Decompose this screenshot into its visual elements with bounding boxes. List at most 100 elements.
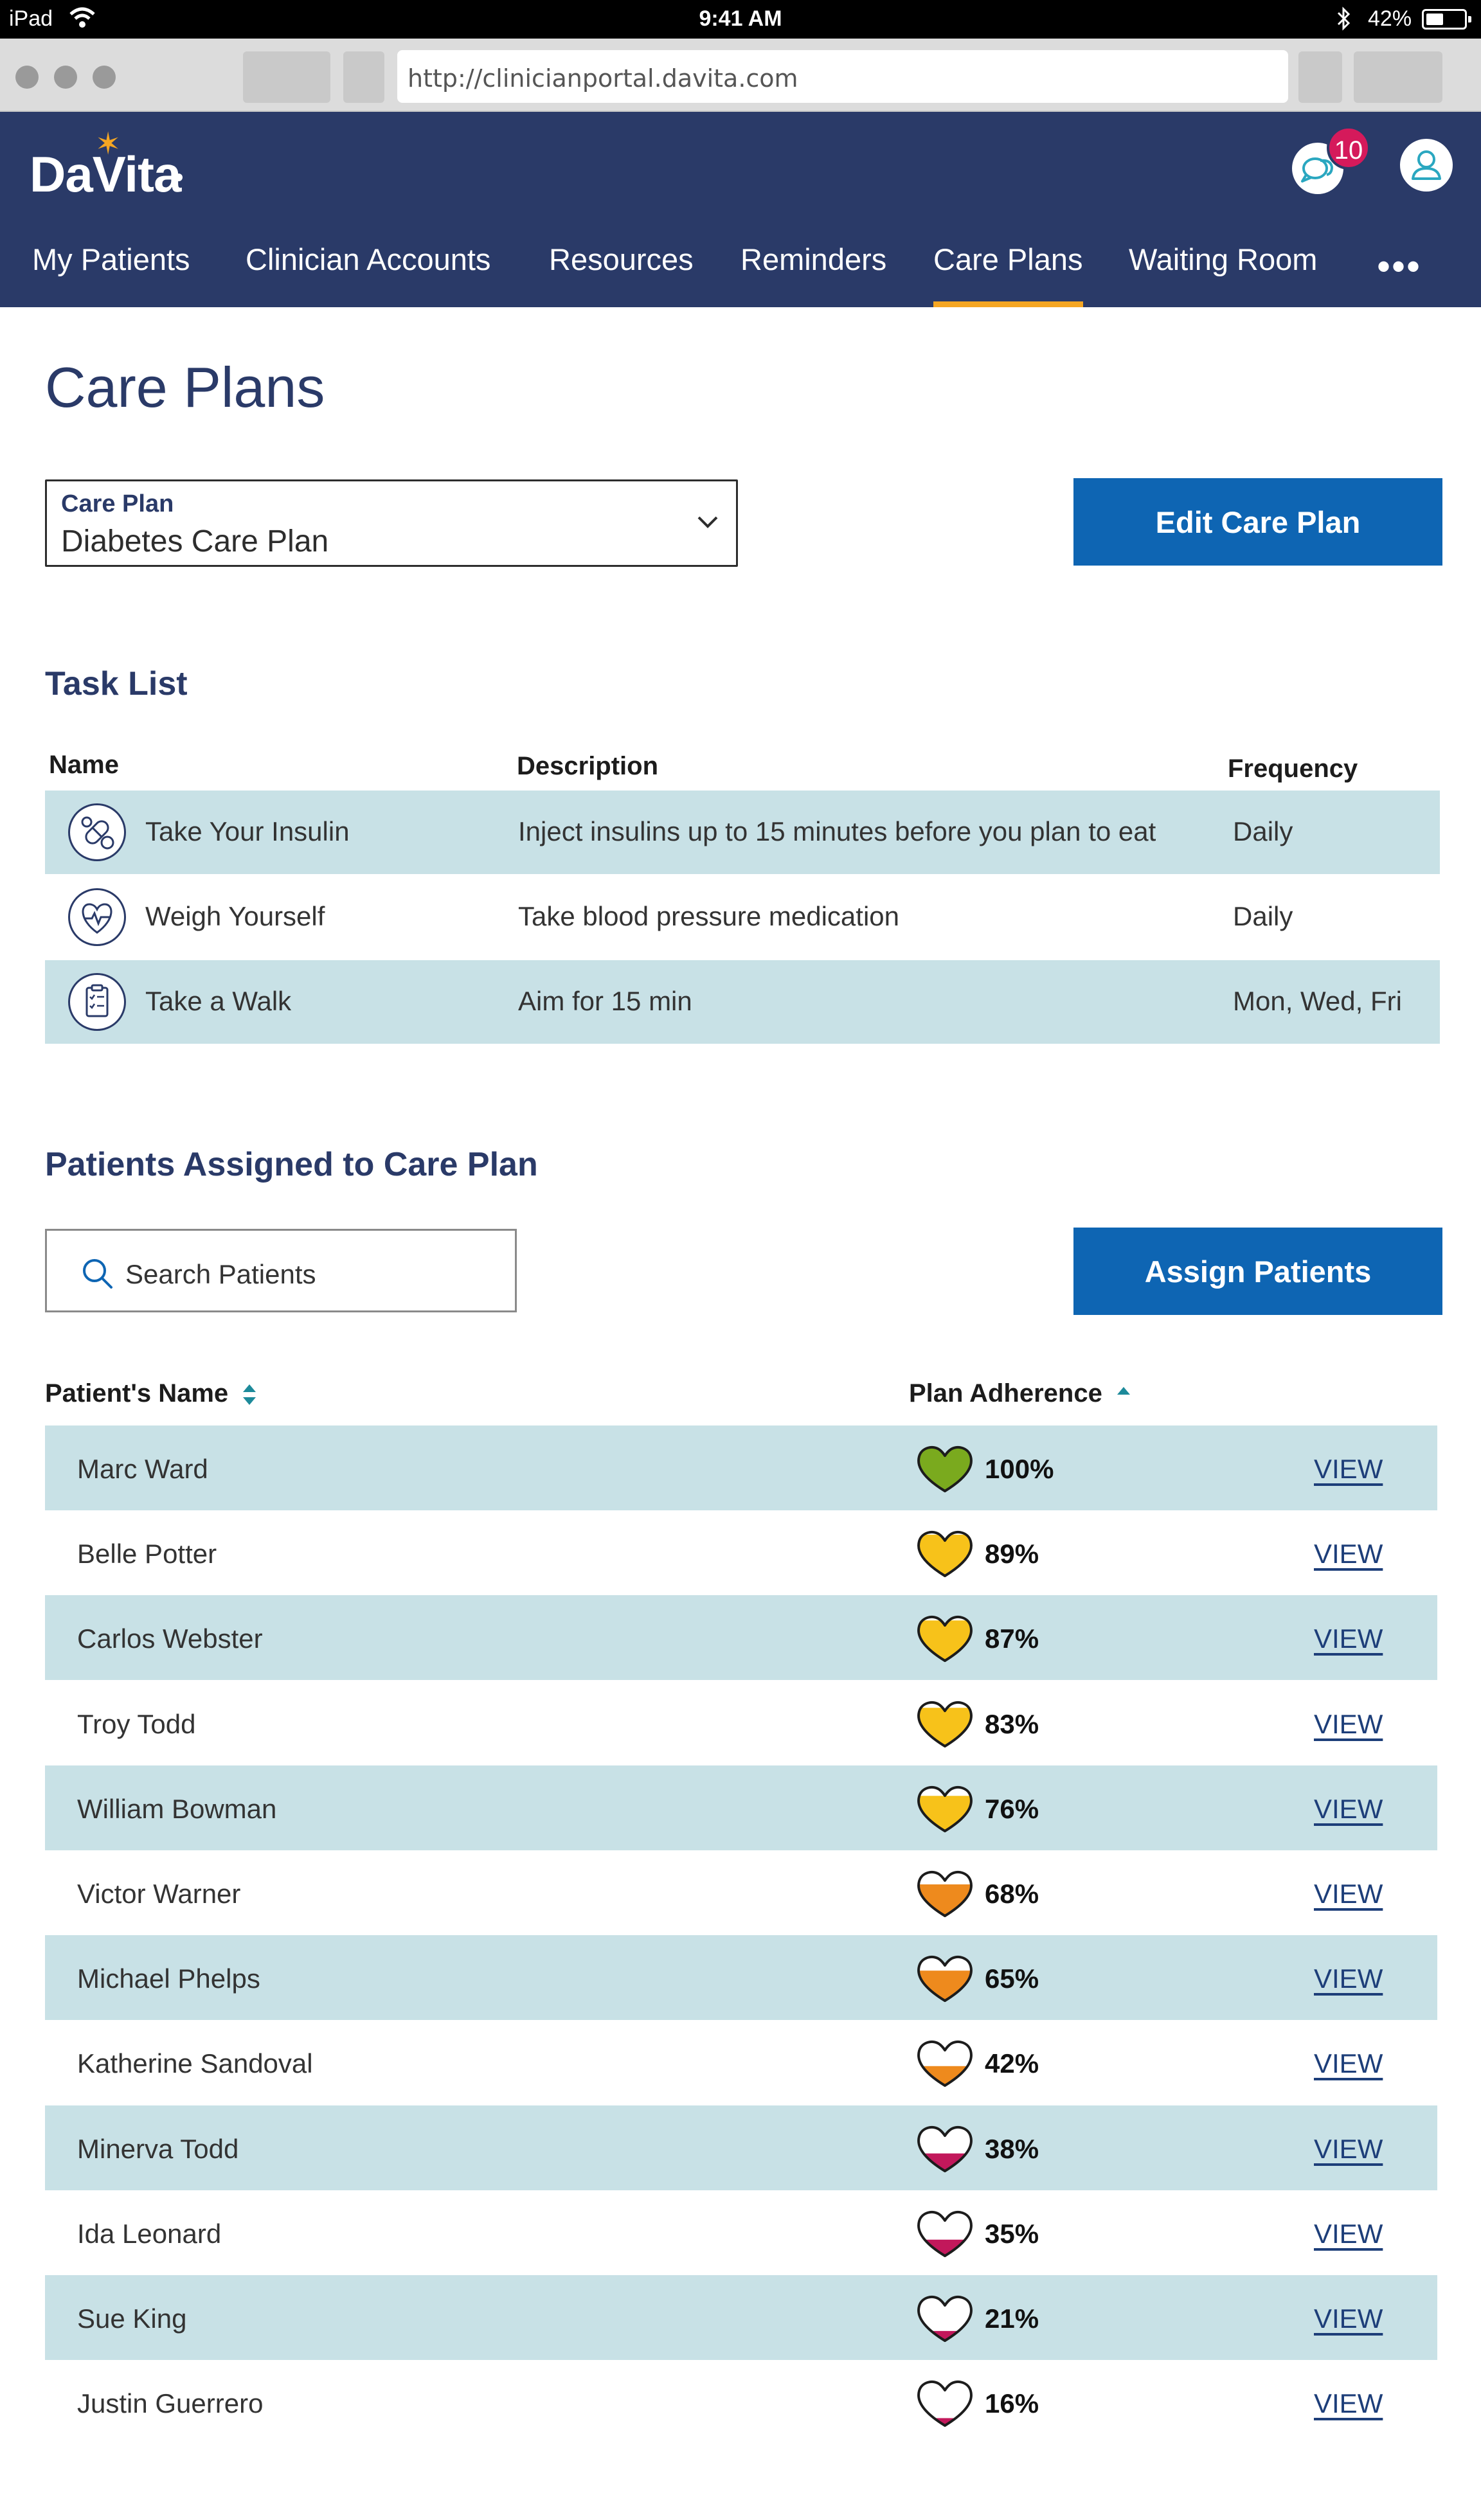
patient-row[interactable]: Justin Guerrero 16% VIEW xyxy=(45,2360,1437,2445)
chevron-down-icon xyxy=(697,516,718,528)
patients-header-name[interactable]: Patient's Name xyxy=(45,1379,258,1408)
search-patients-input[interactable]: Search Patients xyxy=(45,1229,517,1312)
nav-care-plans[interactable]: Care Plans xyxy=(933,238,1083,307)
adherence-percent: 65% xyxy=(985,1963,1039,1994)
adherence-percent: 100% xyxy=(985,1454,1054,1484)
pills-icon xyxy=(68,803,126,861)
more-menu-icon[interactable]: ••• xyxy=(1377,244,1421,289)
clock: 9:41 AM xyxy=(699,6,782,31)
patient-row[interactable]: William Bowman 76% VIEW xyxy=(45,1765,1437,1850)
view-patient-link[interactable]: VIEW xyxy=(1314,1879,1383,1909)
patients-header-adherence[interactable]: Plan Adherence xyxy=(909,1379,1133,1408)
search-placeholder: Search Patients xyxy=(125,1259,316,1289)
view-patient-link[interactable]: VIEW xyxy=(1314,1709,1383,1740)
patient-row[interactable]: Troy Todd 83% VIEW xyxy=(45,1681,1437,1765)
task-frequency: Mon, Wed, Fri xyxy=(1233,986,1402,1016)
view-patient-link[interactable]: VIEW xyxy=(1314,1539,1383,1569)
view-patient-link[interactable]: VIEW xyxy=(1314,2134,1383,2165)
nav-clinician-accounts[interactable]: Clinician Accounts xyxy=(246,238,490,307)
task-description: Take blood pressure medication xyxy=(518,901,900,931)
task-name: Take a Walk xyxy=(145,986,292,1016)
adherence-heart-icon xyxy=(914,2375,976,2429)
view-patient-link[interactable]: VIEW xyxy=(1314,2048,1383,2079)
browser-toolbar: http://clinicianportal.davita.com xyxy=(0,39,1481,112)
task-row[interactable]: Take Your Insulin Inject insulins up to … xyxy=(45,791,1440,874)
patient-row[interactable]: Victor Warner 68% VIEW xyxy=(45,1850,1437,1935)
back-button[interactable] xyxy=(243,51,330,103)
task-name: Weigh Yourself xyxy=(145,901,325,931)
care-plan-select[interactable]: Care Plan Diabetes Care Plan xyxy=(45,479,738,567)
view-patient-link[interactable]: VIEW xyxy=(1314,1623,1383,1654)
bluetooth-icon xyxy=(1334,5,1354,38)
task-header-name: Name xyxy=(49,751,119,779)
view-patient-link[interactable]: VIEW xyxy=(1314,1963,1383,1994)
window-close-dot[interactable] xyxy=(15,66,39,89)
patients-header-name-label: Patient's Name xyxy=(45,1379,229,1407)
adherence-percent: 76% xyxy=(985,1794,1039,1824)
patient-row[interactable]: Katherine Sandoval 42% VIEW xyxy=(45,2020,1437,2105)
patient-name: Carlos Webster xyxy=(77,1623,263,1654)
edit-care-plan-button[interactable]: Edit Care Plan xyxy=(1073,478,1442,566)
view-patient-link[interactable]: VIEW xyxy=(1314,1794,1383,1825)
patient-row[interactable]: Carlos Webster 87% VIEW xyxy=(45,1595,1437,1680)
task-row[interactable]: Weigh Yourself Take blood pressure medic… xyxy=(45,875,1440,959)
view-patient-link[interactable]: VIEW xyxy=(1314,2388,1383,2419)
profile-button[interactable] xyxy=(1400,139,1453,192)
view-patient-link[interactable]: VIEW xyxy=(1314,2219,1383,2249)
adherence-heart-icon xyxy=(914,2291,976,2345)
battery-icon xyxy=(1422,9,1471,30)
adherence-heart-icon xyxy=(914,2206,976,2260)
adherence-heart-icon xyxy=(914,1696,976,1750)
patients-section-title: Patients Assigned to Care Plan xyxy=(45,1146,538,1183)
patient-row[interactable]: Ida Leonard 35% VIEW xyxy=(45,2190,1437,2275)
task-name: Take Your Insulin xyxy=(145,816,350,846)
share-button[interactable] xyxy=(1298,51,1342,103)
tabs-button[interactable] xyxy=(1354,51,1442,103)
task-frequency: Daily xyxy=(1233,901,1293,931)
patient-name: Belle Potter xyxy=(77,1539,217,1569)
task-frequency: Daily xyxy=(1233,816,1293,846)
nav-reminders[interactable]: Reminders xyxy=(740,238,886,307)
nav-my-patients[interactable]: My Patients xyxy=(32,238,190,307)
patient-row[interactable]: Michael Phelps 65% VIEW xyxy=(45,1935,1437,2020)
patient-row[interactable]: Belle Potter 89% VIEW xyxy=(45,1510,1437,1595)
patient-name: Victor Warner xyxy=(77,1879,241,1909)
window-minimize-dot[interactable] xyxy=(54,66,77,89)
forward-button[interactable] xyxy=(343,51,384,103)
assign-patients-button[interactable]: Assign Patients xyxy=(1073,1228,1442,1315)
message-count-badge: 10 xyxy=(1327,126,1370,170)
patient-row[interactable]: Sue King 21% VIEW xyxy=(45,2275,1437,2360)
task-description: Inject insulins up to 15 minutes before … xyxy=(518,816,1156,846)
search-icon xyxy=(83,1259,112,1289)
adherence-heart-icon xyxy=(914,1611,976,1665)
adherence-percent: 16% xyxy=(985,2388,1039,2418)
window-maximize-dot[interactable] xyxy=(93,66,116,89)
heart-pulse-icon xyxy=(68,888,126,946)
patient-name: Troy Todd xyxy=(77,1709,196,1739)
patient-name: Minerva Todd xyxy=(77,2134,239,2164)
task-header-description: Description xyxy=(517,752,659,780)
main-nav: My Patients Clinician Accounts Resources… xyxy=(0,238,1481,307)
patient-row[interactable]: Minerva Todd 38% VIEW xyxy=(45,2105,1437,2190)
patients-header-adherence-label: Plan Adherence xyxy=(909,1379,1102,1407)
nav-waiting-room[interactable]: Waiting Room xyxy=(1129,238,1317,307)
patient-name: Marc Ward xyxy=(77,1454,208,1484)
logo-star-icon: ✶ xyxy=(95,127,121,161)
view-patient-link[interactable]: VIEW xyxy=(1314,1454,1383,1485)
sort-ascending-icon xyxy=(1117,1387,1130,1395)
url-bar[interactable]: http://clinicianportal.davita.com xyxy=(397,50,1288,103)
care-plan-select-label: Care Plan xyxy=(61,490,174,517)
adherence-heart-icon xyxy=(914,2121,976,2175)
task-row[interactable]: Take a Walk Aim for 15 min Mon, Wed, Fri xyxy=(45,960,1440,1044)
sort-both-icon xyxy=(243,1384,256,1406)
patient-name: Michael Phelps xyxy=(77,1963,260,1994)
nav-resources[interactable]: Resources xyxy=(549,238,694,307)
status-bar: iPad 9:41 AM 42% xyxy=(0,0,1481,39)
adherence-percent: 38% xyxy=(985,2134,1039,2164)
adherence-percent: 83% xyxy=(985,1709,1039,1739)
battery-percent: 42% xyxy=(1368,6,1412,31)
patient-row[interactable]: Marc Ward 100% VIEW xyxy=(45,1425,1437,1510)
task-list-title: Task List xyxy=(45,665,188,702)
user-icon xyxy=(1412,150,1441,180)
view-patient-link[interactable]: VIEW xyxy=(1314,2303,1383,2334)
